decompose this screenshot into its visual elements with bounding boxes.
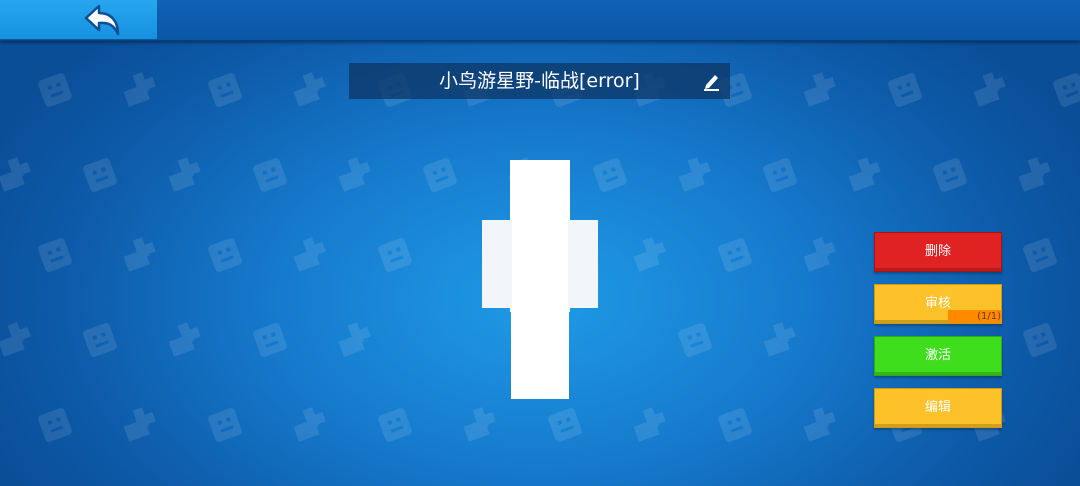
delete-button-label: 删除 [924, 244, 951, 259]
review-progress-count: (1/1) [977, 311, 1001, 322]
delete-button[interactable]: 删除 [874, 232, 1002, 272]
review-button[interactable]: 审核 (1/1) [874, 284, 1002, 324]
edit-button[interactable]: 编辑 [874, 388, 1002, 428]
skin-name-bar: 小鸟游星野-临战[error] [349, 63, 730, 99]
edit-button-label: 编辑 [924, 400, 951, 415]
back-button[interactable] [0, 0, 157, 39]
skin-name: 小鸟游星野-临战[error] [439, 70, 640, 92]
activate-button-label: 激活 [924, 348, 951, 363]
character-body [510, 220, 570, 312]
character-left-arm [482, 220, 512, 308]
character-left-leg [511, 310, 540, 399]
pencil-icon[interactable] [702, 70, 722, 92]
character-right-leg [540, 310, 569, 399]
back-arrow-icon [84, 4, 120, 36]
activate-button[interactable]: 激活 [874, 336, 1002, 376]
character-head [510, 160, 570, 222]
top-bar [0, 0, 1080, 41]
review-button-label: 审核 [924, 296, 951, 311]
character-right-arm [568, 220, 598, 308]
